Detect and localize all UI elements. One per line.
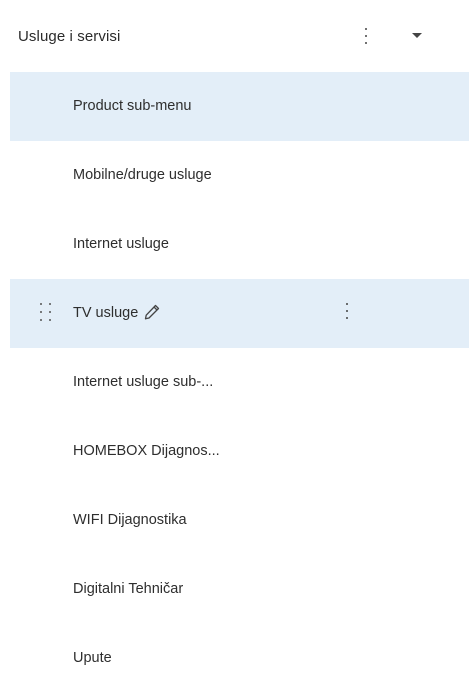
menu-panel: Usluge i servisi Product sub-menu Mobiln…: [0, 0, 469, 695]
menu-item-digitalni-tehnicar[interactable]: Digitalni Tehničar: [10, 555, 469, 624]
menu-item-label: Product sub-menu: [73, 98, 192, 114]
menu-item-label: Upute: [73, 650, 112, 666]
menu-item-label: TV usluge: [73, 305, 139, 321]
more-vertical-icon[interactable]: [344, 303, 350, 319]
menu-item-wifi-dijagnostika[interactable]: WIFI Dijagnostika: [10, 486, 469, 555]
menu-item-label: Mobilne/druge usluge: [73, 167, 212, 183]
menu-item-tv-usluge[interactable]: TV usluge: [10, 279, 469, 348]
menu-item-label: Internet usluge sub-...: [73, 374, 214, 390]
menu-item-label: WIFI Dijagnostika: [73, 512, 187, 528]
caret-down-icon[interactable]: [412, 33, 422, 38]
menu-header-title: Usluge i servisi: [18, 28, 121, 45]
menu-item-mobilne-druge-usluge[interactable]: Mobilne/druge usluge: [10, 141, 469, 210]
menu-item-internet-usluge-sub[interactable]: Internet usluge sub-...: [10, 348, 469, 417]
menu-header[interactable]: Usluge i servisi: [0, 0, 469, 72]
menu-item-label: Internet usluge: [73, 236, 169, 252]
menu-item-label: HOMEBOX Dijagnos...: [73, 443, 220, 459]
menu-item-label: Digitalni Tehničar: [73, 581, 184, 597]
menu-item-internet-usluge[interactable]: Internet usluge: [10, 210, 469, 279]
menu-list: Product sub-menu Mobilne/druge usluge In…: [10, 72, 469, 693]
pencil-icon[interactable]: [142, 302, 162, 322]
menu-item-product-sub-menu[interactable]: Product sub-menu: [10, 72, 469, 141]
drag-handle-icon[interactable]: [40, 303, 51, 324]
menu-item-upute[interactable]: Upute: [10, 624, 469, 693]
menu-item-homebox-dijagnostika[interactable]: HOMEBOX Dijagnos...: [10, 417, 469, 486]
more-vertical-icon[interactable]: [363, 28, 369, 44]
